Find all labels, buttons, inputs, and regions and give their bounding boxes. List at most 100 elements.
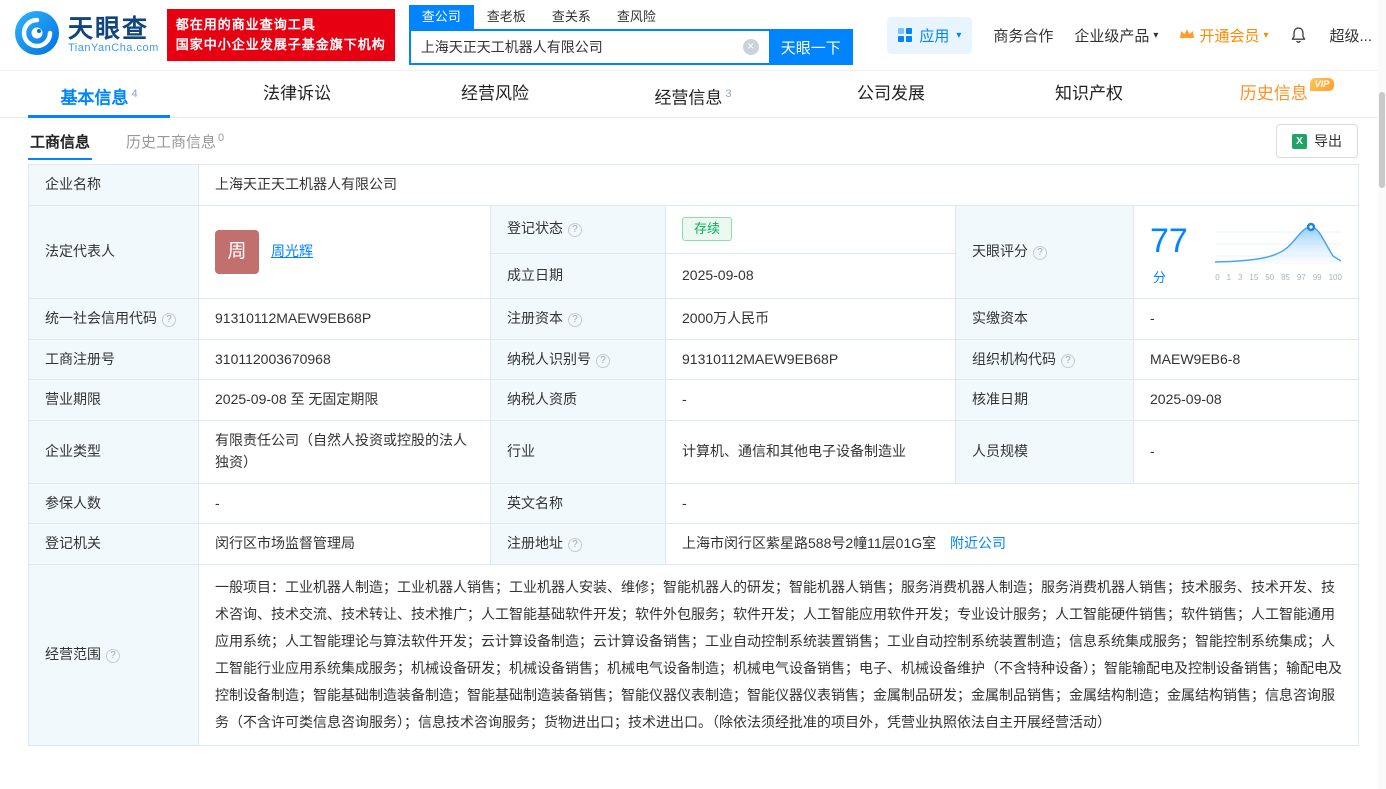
apps-menu-button[interactable]: 应用 ▾ [887,16,973,54]
row-registration-authority: 登记机关 闵行区市场监督管理局 注册地址? 上海市闵行区紫星路588号2幢11层… [28,523,1359,565]
info-icon[interactable]: ? [162,313,176,328]
label-registered-capital: 注册资本? [490,298,666,340]
tab-intellectual-property[interactable]: 知识产权 [990,71,1188,117]
clear-search-icon[interactable]: × [742,39,759,55]
slogan-line-2: 国家中小企业发展子基金旗下机构 [175,37,386,52]
chevron-down-icon: ▾ [1263,29,1269,41]
row-company-name: 企业名称 上海天正天工机器人有限公司 [28,164,1359,206]
value-credit-code: 91310112MAEW9EB68P [198,298,491,340]
search-input[interactable] [408,29,769,65]
label-company-name: 企业名称 [28,164,199,206]
label-taxpayer-id: 纳税人识别号? [490,338,666,381]
search-area: 查公司 查老板 查关系 查风险 × 天眼一下 [408,5,853,65]
tab-company-development[interactable]: 公司发展 [792,71,990,117]
label-registration-status: 登记状态? [490,204,666,254]
label-industry: 行业 [490,420,666,484]
label-english-name: 英文名称 [490,482,666,525]
value-english-name: - [665,482,1359,525]
label-business-scope: 经营范围? [28,563,199,746]
label-approval-date: 核准日期 [955,379,1134,422]
label-paid-capital: 实缴资本 [955,298,1134,340]
label-registration-number: 工商注册号 [28,338,199,381]
info-icon[interactable]: ? [568,538,582,553]
row-company-type: 企业类型 有限责任公司（自然人投资或控股的法人独资） 行业 计算机、通信和其他电… [28,420,1359,484]
row-registration-number: 工商注册号 310112003670968 纳税人识别号? 91310112MA… [28,338,1359,381]
value-organization-code: MAEW9EB6-8 [1133,338,1359,381]
label-establish-date: 成立日期 [490,252,666,300]
value-registered-capital: 2000万人民币 [665,298,956,340]
sub-tabs-row: 工商信息 历史工商信息 0 X 导出 [0,118,1386,164]
menu-super-vip[interactable]: 超级... [1329,25,1372,46]
legal-rep-avatar[interactable]: 周 [215,229,259,274]
tab-operating-risk[interactable]: 经营风险 [396,71,594,117]
info-icon[interactable]: ? [106,649,120,664]
value-approval-date: 2025-09-08 [1133,379,1359,422]
info-icon[interactable]: ? [568,223,582,238]
brand-domain: TianYanCha.com [68,42,159,54]
vip-badge: VIP [1309,78,1335,91]
label-credit-code: 统一社会信用代码? [28,298,199,340]
header-right-menu: 应用 ▾ 商务合作 企业级产品 ▾ 开通会员 ▾ 超级... [887,16,1372,54]
row-business-scope: 经营范围? 一般项目：工业机器人制造；工业机器人销售；工业机器人安装、维修；智能… [28,563,1359,746]
chevron-down-icon: ▾ [1153,29,1159,41]
subtab-business-registration[interactable]: 工商信息 [28,118,93,165]
search-type-tabs: 查公司 查老板 查关系 查风险 [408,5,853,29]
value-establish-date: 2025-09-08 [665,252,956,300]
label-organization-code: 组织机构代码? [955,338,1134,381]
label-registered-address: 注册地址? [490,523,666,565]
value-registered-address: 上海市闵行区紫星路588号2幢11层01G室 附近公司 [665,523,1359,565]
scrollbar-thumb[interactable] [1379,92,1385,188]
label-registration-authority: 登记机关 [28,523,199,565]
slogan-banner: 都在用的商业查询工具 国家中小企业发展子基金旗下机构 [166,9,395,61]
search-tab-relation[interactable]: 查关系 [539,5,604,29]
label-tianyancha-score: 天眼评分? [955,204,1134,300]
export-button[interactable]: X 导出 [1276,124,1358,158]
search-tab-company[interactable]: 查公司 [408,5,474,29]
menu-business-cooperation[interactable]: 商务合作 [993,25,1053,46]
value-paid-capital: - [1133,298,1359,340]
crown-icon [1179,27,1195,44]
status-badge: 存续 [682,217,733,242]
search-tab-boss[interactable]: 查老板 [474,5,539,29]
legal-rep-link[interactable]: 周光辉 [271,241,313,263]
value-registration-status: 存续 [665,204,956,254]
slogan-line-1: 都在用的商业查询工具 [175,17,316,32]
value-business-term: 2025-09-08 至 无固定期限 [198,379,491,422]
info-icon[interactable]: ? [1033,246,1047,261]
top-bar: 天眼查 TianYanCha.com 都在用的商业查询工具 国家中小企业发展子基… [0,0,1386,70]
tab-legal-proceedings[interactable]: 法律诉讼 [198,71,396,117]
value-taxpayer-id: 91310112MAEW9EB68P [665,338,956,381]
nearby-companies-link[interactable]: 附近公司 [950,535,1006,551]
row-business-term: 营业期限 2025-09-08 至 无固定期限 纳税人资质 - 核准日期 202… [28,379,1359,422]
tab-basic-info[interactable]: 基本信息 4 [0,71,198,118]
search-tab-risk[interactable]: 查风险 [604,5,669,29]
info-icon[interactable]: ? [568,313,582,328]
value-legal-representative: 周 周光辉 [198,204,491,300]
info-icon[interactable]: ? [596,353,610,368]
value-company-name: 上海天正天工机器人有限公司 [198,164,1359,206]
label-staff-size: 人员规模 [955,420,1134,484]
value-insured-count: - [198,482,491,525]
value-staff-size: - [1133,420,1359,484]
label-company-type: 企业类型 [28,420,199,484]
business-info-table: 企业名称 上海天正天工机器人有限公司 法定代表人 周 周光辉 登记状态? 存续 … [28,164,1359,746]
label-taxpayer-quality: 纳税人资质 [490,379,666,422]
value-business-scope: 一般项目：工业机器人制造；工业机器人销售；工业机器人安装、维修；智能机器人的研发… [198,563,1359,746]
tab-operating-info[interactable]: 经营信息 3 [594,71,792,117]
info-icon[interactable]: ? [1061,353,1075,368]
value-industry: 计算机、通信和其他电子设备制造业 [665,420,956,484]
apps-grid-icon [898,28,913,42]
search-button[interactable]: 天眼一下 [768,29,853,65]
tab-count-badge: 3 [725,88,732,100]
chevron-down-icon: ▾ [956,29,962,41]
menu-enterprise-products[interactable]: 企业级产品 ▾ [1074,25,1158,46]
subtab-history-registration[interactable]: 历史工商信息 0 [126,131,224,152]
notification-bell-icon[interactable] [1289,26,1308,45]
row-insured-count: 参保人数 - 英文名称 - [28,482,1359,525]
excel-icon: X [1292,133,1307,149]
row-credit-code: 统一社会信用代码? 91310112MAEW9EB68P 注册资本? 2000万… [28,298,1359,340]
value-tianyancha-score: 77分 0 1 3 15 50 85 97 99 100 [1133,204,1359,300]
tianyancha-logo[interactable]: 天眼查 TianYanCha.com [14,10,159,61]
tab-history-info[interactable]: 历史信息 VIP [1188,71,1386,117]
menu-open-vip[interactable]: 开通会员 ▾ [1179,25,1268,46]
